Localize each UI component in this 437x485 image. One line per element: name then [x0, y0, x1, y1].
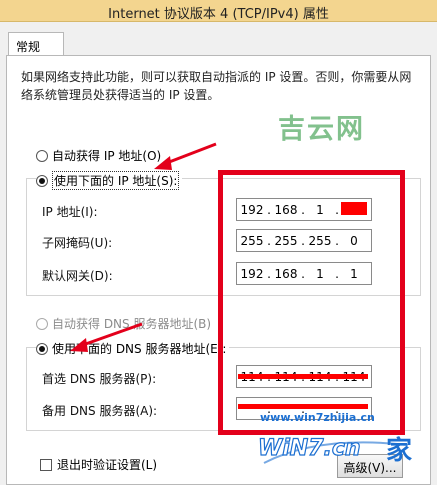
- site-watermark: 吉云网: [278, 114, 365, 145]
- window-title: Internet 协议版本 4 (TCP/IPv4) 属性: [108, 7, 329, 22]
- radio-auto-ip-circle[interactable]: [36, 149, 48, 162]
- logo-char: 家: [386, 435, 412, 466]
- tab-general[interactable]: 常规: [8, 32, 64, 57]
- ip-address-label: IP 地址(I):: [42, 205, 98, 219]
- radio-auto-dns-circle[interactable]: [36, 317, 48, 330]
- validate-on-exit-label: 退出时验证设置(L): [57, 458, 158, 472]
- radio-auto-ip[interactable]: 自动获得 IP 地址(O): [36, 147, 161, 164]
- checkbox-box[interactable]: [40, 458, 52, 471]
- title-bar: Internet 协议版本 4 (TCP/IPv4) 属性: [0, 0, 437, 22]
- radio-auto-ip-label: 自动获得 IP 地址(O): [52, 149, 162, 163]
- gateway-label: 默认网关(D):: [42, 269, 113, 283]
- arrow-annotation: [70, 322, 143, 352]
- radio-manual-dns-circle[interactable]: [36, 342, 48, 355]
- description-text: 如果网络支持此功能，则可以获取自动指派的 IP 设置。否则，你需要从网络系统管理…: [21, 70, 412, 102]
- validate-on-exit-checkbox[interactable]: 退出时验证设置(L): [40, 456, 157, 473]
- logo-text: WiN7.cn: [258, 436, 361, 461]
- tab-strip: 常规: [0, 22, 437, 57]
- highlight-frame: [218, 170, 405, 435]
- subnet-mask-label: 子网掩码(U):: [42, 236, 113, 250]
- radio-manual-ip-circle[interactable]: [36, 174, 48, 187]
- preferred-dns-label: 首选 DNS 服务器(P):: [42, 372, 157, 386]
- alternate-dns-label: 备用 DNS 服务器(A):: [42, 404, 158, 418]
- arrow-annotation: [154, 142, 217, 170]
- win7-logo-watermark: WiN7.cn 家: [258, 435, 412, 466]
